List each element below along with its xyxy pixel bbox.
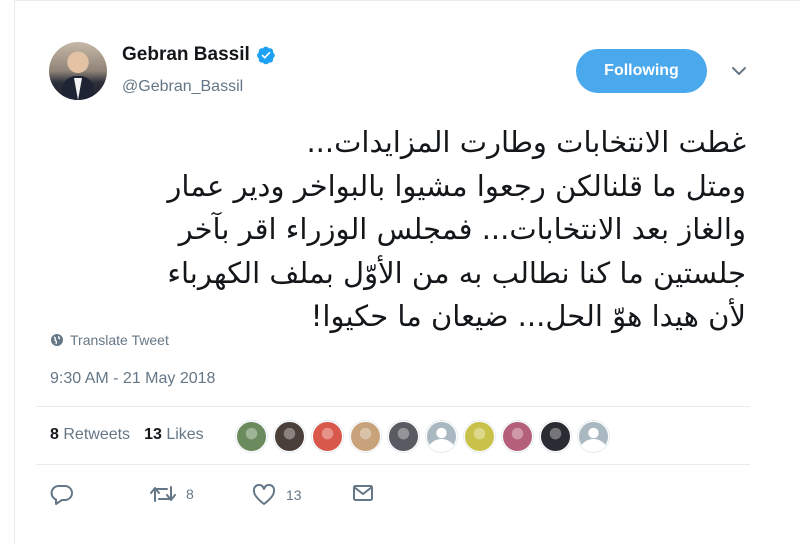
direct-message-button[interactable] [352,484,374,502]
likes-label: Likes [166,426,204,443]
like-button[interactable]: 13 [252,484,302,506]
envelope-icon [353,485,373,501]
tweet-text: غطت الانتخابات وطارت المزايدات... ومتل م… [46,121,746,339]
tweet-timestamp[interactable]: 9:30 AM - 21 May 2018 [50,370,215,388]
retweets-label: Retweets [63,426,131,443]
liker-avatars [236,421,609,452]
reply-button[interactable] [50,484,74,506]
liker-avatar[interactable] [426,421,457,452]
tweet-stats: 8 Retweets 13 Likes [50,426,204,444]
author-row: Gebran Bassil [122,44,276,66]
liker-avatar[interactable] [274,421,305,452]
author-name[interactable]: Gebran Bassil [122,44,250,66]
like-count: 13 [286,487,302,503]
globe-icon [51,334,63,346]
liker-avatar[interactable] [540,421,571,452]
reply-icon [50,485,73,505]
divider [36,406,750,407]
following-button[interactable]: Following [576,49,707,93]
heart-icon [252,484,276,505]
chevron-down-icon[interactable] [731,65,747,77]
liker-avatar[interactable] [464,421,495,452]
divider [36,464,750,465]
translate-label[interactable]: Translate Tweet [70,332,169,348]
likes-stat[interactable]: 13 Likes [144,426,204,444]
verified-badge-icon [256,46,275,65]
tweet-line: غطت الانتخابات وطارت المزايدات... [306,125,746,159]
retweet-icon [150,486,176,502]
retweets-stat[interactable]: 8 Retweets [50,426,130,444]
liker-avatar[interactable] [350,421,381,452]
retweet-button[interactable]: 8 [150,484,194,504]
tweet-actions: 8 13 [50,484,380,508]
tweet-line: والغاز بعد الانتخابات... فمجلس الوزراء ا… [178,212,746,246]
tweet-line: جلستين ما كنا نطالب به من الأوّل بملف ال… [167,255,746,290]
liker-avatar[interactable] [236,421,267,452]
retweet-count: 8 [186,486,194,502]
translate-tweet-link[interactable]: Translate Tweet [50,332,169,348]
liker-avatar[interactable] [388,421,419,452]
likes-count: 13 [144,426,162,443]
liker-avatar[interactable] [312,421,343,452]
tweet-line: ومتل ما قلنالكن رجعوا مشيوا بالبواخر ودي… [167,168,746,203]
liker-avatar[interactable] [502,421,533,452]
retweets-count: 8 [50,426,59,443]
liker-avatar[interactable] [578,421,609,452]
author-handle[interactable]: @Gebran_Bassil [122,78,243,96]
avatar[interactable] [49,42,107,100]
